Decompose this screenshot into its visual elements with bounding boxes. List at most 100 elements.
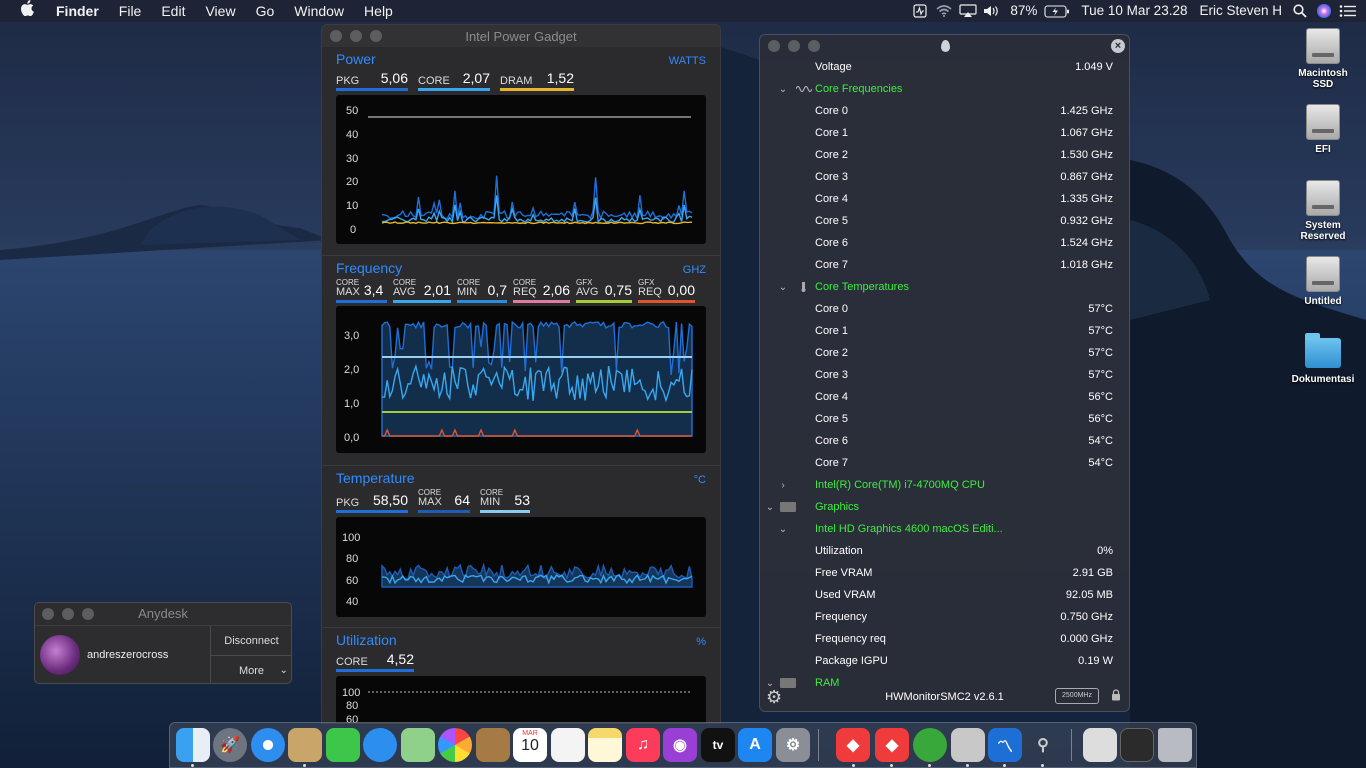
menu-edit[interactable]: Edit <box>151 0 195 22</box>
trash-icon[interactable] <box>1158 728 1192 762</box>
music-icon[interactable]: ♫ <box>626 728 660 762</box>
pkg-power-series <box>381 175 693 221</box>
window-titlebar[interactable]: × <box>760 35 1129 57</box>
window-titlebar[interactable]: Intel Power Gadget <box>322 25 720 47</box>
y-tick: 0 <box>350 224 356 236</box>
activity-monitor-icon[interactable] <box>908 0 932 22</box>
lock-icon[interactable] <box>1111 689 1121 701</box>
desktop-icon-system-reserved[interactable]: System Reserved <box>1283 180 1363 242</box>
safari-icon[interactable] <box>251 728 285 762</box>
volume-icon[interactable] <box>980 0 1004 22</box>
close-button[interactable] <box>768 40 780 52</box>
app-store-icon[interactable]: A <box>738 728 772 762</box>
apple-menu-icon[interactable] <box>0 0 46 23</box>
chevron-right-icon[interactable]: › <box>778 480 788 491</box>
document-icon[interactable] <box>1083 728 1117 762</box>
spotlight-search-icon[interactable] <box>1288 0 1312 22</box>
messages-icon[interactable] <box>363 728 397 762</box>
menu-view[interactable]: View <box>195 0 245 22</box>
finder-icon[interactable] <box>176 728 210 762</box>
wave-icon <box>795 84 813 94</box>
sensor-group-row[interactable]: › Intel(R) Core(TM) i7-4700MQ CPU <box>760 474 1129 496</box>
reminders-icon[interactable] <box>551 728 585 762</box>
desktop-icon-untitled[interactable]: Untitled <box>1283 256 1363 307</box>
sensor-row: Frequency req 0.000 GHz <box>760 628 1129 650</box>
facetime-icon[interactable] <box>326 728 360 762</box>
intel-power-gadget-icon[interactable]: 〽 <box>988 728 1022 762</box>
airplay-icon[interactable] <box>956 0 980 22</box>
sensor-name: Core 7 <box>815 259 849 271</box>
battery-icon[interactable] <box>1043 0 1071 22</box>
minimize-button[interactable] <box>788 40 800 52</box>
ram-chip-icon[interactable]: 2500MHz <box>1055 688 1099 704</box>
menu-go[interactable]: Go <box>246 0 285 22</box>
sensor-row: Core 0 57°C <box>760 298 1129 320</box>
sensor-name: Core 4 <box>815 391 849 403</box>
sensor-row: Core 2 1.530 GHz <box>760 144 1129 166</box>
close-icon[interactable]: × <box>1111 39 1125 53</box>
menu-file[interactable]: File <box>109 0 152 22</box>
anydesk-window: Anydesk andreszerocross Disconnect More … <box>34 602 292 684</box>
maps-icon[interactable] <box>401 728 435 762</box>
preview-icon[interactable] <box>288 728 322 762</box>
window-titlebar[interactable]: Anydesk <box>35 603 291 624</box>
dock-separator <box>1071 729 1072 761</box>
sensor-name: Core Temperatures <box>815 281 909 293</box>
utility-icon[interactable] <box>951 728 985 762</box>
more-button[interactable]: More ⌄ <box>210 656 291 683</box>
sensor-group-row[interactable]: ⌄ Graphics <box>760 496 1129 518</box>
wifi-icon[interactable] <box>932 0 956 22</box>
terminal-icon[interactable] <box>1120 728 1154 762</box>
sensor-name: Core 0 <box>815 303 849 315</box>
apple-tv-icon[interactable]: tv <box>701 728 735 762</box>
desktop-icon-efi[interactable]: EFI <box>1283 104 1363 155</box>
sensor-value: 54°C <box>1088 435 1113 447</box>
chevron-down-icon[interactable]: ⌄ <box>765 502 775 513</box>
calendar-icon[interactable]: MAR 10 <box>513 728 547 762</box>
disconnect-button[interactable]: Disconnect <box>210 626 291 656</box>
desktop-icon-macintosh-ssd[interactable]: Macintosh SSD <box>1283 28 1363 90</box>
hwmonitor-icon[interactable] <box>913 728 947 762</box>
menu-app-name[interactable]: Finder <box>46 0 109 22</box>
podcasts-icon[interactable]: ◉ <box>663 728 697 762</box>
sensor-row: Core 7 1.018 GHz <box>760 254 1129 276</box>
section-unit: °C <box>693 474 706 486</box>
sensor-group-row[interactable]: ⌄ Core Frequencies <box>760 78 1129 100</box>
notification-center-icon[interactable] <box>1336 0 1360 22</box>
notes-icon[interactable] <box>588 728 622 762</box>
contacts-icon[interactable] <box>476 728 510 762</box>
menu-user[interactable]: Eric Steven H <box>1193 0 1288 22</box>
anydesk-icon[interactable]: ◆ <box>836 728 870 762</box>
metric-value: 3,4 <box>363 282 384 298</box>
section-title: Frequency <box>336 260 403 276</box>
robot-icon[interactable]: ⚲ <box>1026 728 1060 762</box>
hard-drive-icon <box>1306 28 1340 64</box>
chevron-down-icon[interactable]: ⌄ <box>778 84 788 95</box>
menu-window[interactable]: Window <box>284 0 354 22</box>
metric-value: 64 <box>454 492 470 508</box>
more-label: More <box>238 665 265 677</box>
temp-pkg-metric: PKG 58,50 <box>336 489 408 513</box>
metric-label: CORE <box>418 75 450 87</box>
system-preferences-icon[interactable]: ⚙ <box>776 728 810 762</box>
launchpad-icon[interactable]: 🚀 <box>213 728 247 762</box>
chevron-down-icon[interactable]: ⌄ <box>778 282 788 293</box>
sensor-group-row[interactable]: ⌄ Intel HD Graphics 4600 macOS Editi... <box>760 518 1129 540</box>
sensor-name: Intel(R) Core(TM) i7-4700MQ CPU <box>815 479 985 491</box>
zoom-button[interactable] <box>808 40 820 52</box>
running-indicator <box>303 764 306 767</box>
sensor-value: 1.049 V <box>1075 61 1113 73</box>
util-core-metric: CORE 4,52 <box>336 651 414 672</box>
desktop-icon-dokumentasi[interactable]: Dokumentasi <box>1283 333 1363 385</box>
sensor-group-row[interactable]: ⌄ Core Temperatures <box>760 276 1129 298</box>
photos-icon[interactable] <box>438 728 472 762</box>
battery-percent[interactable]: 87% <box>1004 0 1043 22</box>
menu-help[interactable]: Help <box>354 0 403 22</box>
menu-clock[interactable]: Tue 10 Mar 23.28 <box>1071 0 1193 22</box>
chevron-down-icon[interactable]: ⌄ <box>778 524 788 535</box>
anydesk-alt-icon[interactable]: ◆ <box>875 728 909 762</box>
hwmonitor-window: × Voltage 1.049 V ⌄ Core Frequencies Core 0 1… <box>759 34 1130 712</box>
metric-label-bottom: MAX <box>418 496 442 508</box>
siri-icon[interactable] <box>1312 0 1336 22</box>
droplet-icon[interactable] <box>941 40 950 52</box>
